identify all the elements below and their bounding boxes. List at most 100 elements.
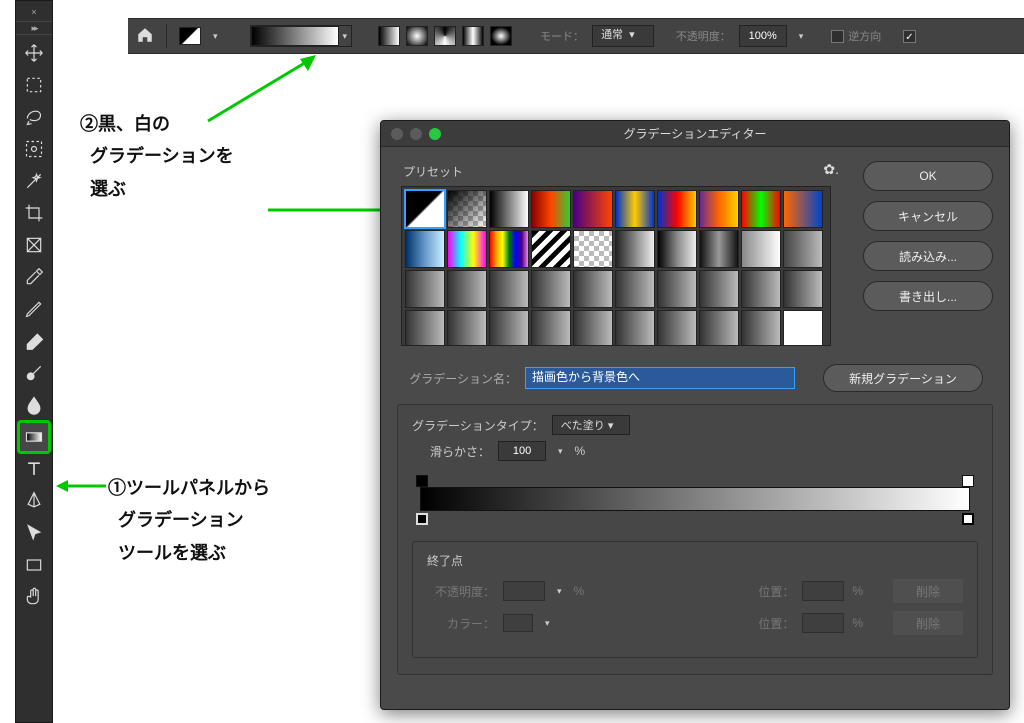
rectangle-tool[interactable] xyxy=(19,550,49,580)
preset-swatch[interactable] xyxy=(657,310,697,346)
reverse-checkbox[interactable]: 逆方向 xyxy=(831,28,881,44)
move-tool[interactable] xyxy=(19,38,49,68)
panel-tab-handle[interactable]: × xyxy=(16,3,52,21)
preset-swatch[interactable] xyxy=(741,270,781,308)
preset-swatch[interactable] xyxy=(405,270,445,308)
preset-swatch[interactable] xyxy=(657,190,697,228)
preset-swatch[interactable] xyxy=(489,230,529,268)
preset-swatch[interactable] xyxy=(573,310,613,346)
arrow-to-gradient-picker xyxy=(208,55,318,125)
collapse-panel-button[interactable]: ▸▸ xyxy=(16,21,52,35)
preset-swatch[interactable] xyxy=(741,190,781,228)
cancel-button[interactable]: キャンセル xyxy=(863,201,993,231)
preset-swatch[interactable] xyxy=(657,270,697,308)
preset-swatch[interactable] xyxy=(405,190,445,228)
preset-swatch[interactable] xyxy=(741,310,781,346)
chevron-down-icon[interactable]: ▾ xyxy=(795,31,808,42)
chevron-down-icon[interactable]: ▾ xyxy=(209,31,222,42)
preset-swatch[interactable] xyxy=(657,230,697,268)
preset-swatch[interactable] xyxy=(531,310,571,346)
preset-swatch[interactable] xyxy=(531,270,571,308)
preset-swatch[interactable] xyxy=(573,230,613,268)
angle-gradient-button[interactable] xyxy=(434,26,456,46)
brush-tool[interactable] xyxy=(19,358,49,388)
pencil-tool[interactable] xyxy=(19,294,49,324)
preset-swatch[interactable] xyxy=(447,310,487,346)
lasso-tool[interactable] xyxy=(19,102,49,132)
tool-preset-swatch[interactable] xyxy=(179,27,201,45)
preset-swatch[interactable] xyxy=(615,270,655,308)
percent-label: % xyxy=(574,584,585,598)
save-button[interactable]: 書き出し... xyxy=(863,281,993,311)
preset-swatch[interactable] xyxy=(783,310,823,346)
preset-swatch[interactable] xyxy=(405,230,445,268)
preset-swatch[interactable] xyxy=(489,190,529,228)
load-button[interactable]: 読み込み... xyxy=(863,241,993,271)
path-select-tool[interactable] xyxy=(19,518,49,548)
stop-color-swatch xyxy=(503,614,533,632)
preset-swatch[interactable] xyxy=(573,190,613,228)
radial-gradient-button[interactable] xyxy=(406,26,428,46)
eraser-tool[interactable] xyxy=(19,326,49,356)
color-stop-left[interactable] xyxy=(416,513,428,525)
stop-position-label: 位置： xyxy=(726,615,794,632)
preset-swatch[interactable] xyxy=(447,230,487,268)
preset-swatch[interactable] xyxy=(741,230,781,268)
preset-swatch[interactable] xyxy=(783,230,823,268)
pen-tool[interactable] xyxy=(19,486,49,516)
new-gradient-button[interactable]: 新規グラデーション xyxy=(823,364,983,392)
gradient-preview xyxy=(251,26,339,46)
preset-swatch[interactable] xyxy=(615,190,655,228)
quick-select-tool[interactable] xyxy=(19,134,49,164)
blend-mode-label: モード： xyxy=(540,28,584,44)
smoothness-input[interactable]: 100 xyxy=(498,441,546,461)
chevron-down-icon: ▾ xyxy=(541,618,554,629)
preset-swatch[interactable] xyxy=(699,230,739,268)
gradient-type-select[interactable]: べた塗り ▾ xyxy=(552,415,631,435)
opacity-input[interactable]: 100% xyxy=(739,25,787,47)
preset-swatch[interactable] xyxy=(699,310,739,346)
gradient-name-input[interactable]: 描画色から背景色へ xyxy=(525,367,795,389)
preset-swatch[interactable] xyxy=(699,190,739,228)
preset-swatch[interactable] xyxy=(531,190,571,228)
preset-swatch[interactable] xyxy=(447,270,487,308)
opacity-stop-left[interactable] xyxy=(416,475,428,487)
blend-mode-select[interactable]: 通常 ▾ xyxy=(592,25,654,47)
diamond-gradient-button[interactable] xyxy=(490,26,512,46)
gradient-picker[interactable]: ▾ xyxy=(250,25,353,47)
preset-swatch[interactable] xyxy=(489,270,529,308)
blur-tool[interactable] xyxy=(19,390,49,420)
frame-tool[interactable] xyxy=(19,230,49,260)
home-icon[interactable] xyxy=(136,26,154,47)
chevron-down-icon[interactable]: ▾ xyxy=(554,446,567,457)
ok-button[interactable]: OK xyxy=(863,161,993,191)
dither-checkbox[interactable] xyxy=(903,29,920,43)
preset-swatch[interactable] xyxy=(783,270,823,308)
preset-swatch[interactable] xyxy=(573,270,613,308)
marquee-tool[interactable] xyxy=(19,70,49,100)
color-stop-right[interactable] xyxy=(962,513,974,525)
reflected-gradient-button[interactable] xyxy=(462,26,484,46)
separator xyxy=(166,24,167,48)
preset-swatch[interactable] xyxy=(405,310,445,346)
hand-tool[interactable] xyxy=(19,582,49,612)
opacity-stop-right[interactable] xyxy=(962,475,974,487)
preset-swatch[interactable] xyxy=(615,230,655,268)
preset-swatch[interactable] xyxy=(699,270,739,308)
gradient-bar[interactable] xyxy=(414,477,976,521)
eyedropper-tool[interactable] xyxy=(19,262,49,292)
chevron-down-icon[interactable]: ▾ xyxy=(339,31,352,42)
linear-gradient-button[interactable] xyxy=(378,26,400,46)
titlebar[interactable]: グラデーションエディター xyxy=(381,121,1009,147)
preset-swatch[interactable] xyxy=(783,190,823,228)
preset-swatch[interactable] xyxy=(489,310,529,346)
crop-tool[interactable] xyxy=(19,198,49,228)
gradient-tool[interactable] xyxy=(19,422,49,452)
gear-icon[interactable]: ✿. xyxy=(823,161,839,178)
magic-wand-tool[interactable] xyxy=(19,166,49,196)
preset-swatch[interactable] xyxy=(447,190,487,228)
preset-swatch[interactable] xyxy=(615,310,655,346)
type-tool[interactable] xyxy=(19,454,49,484)
preset-grid xyxy=(401,186,831,346)
preset-swatch[interactable] xyxy=(531,230,571,268)
